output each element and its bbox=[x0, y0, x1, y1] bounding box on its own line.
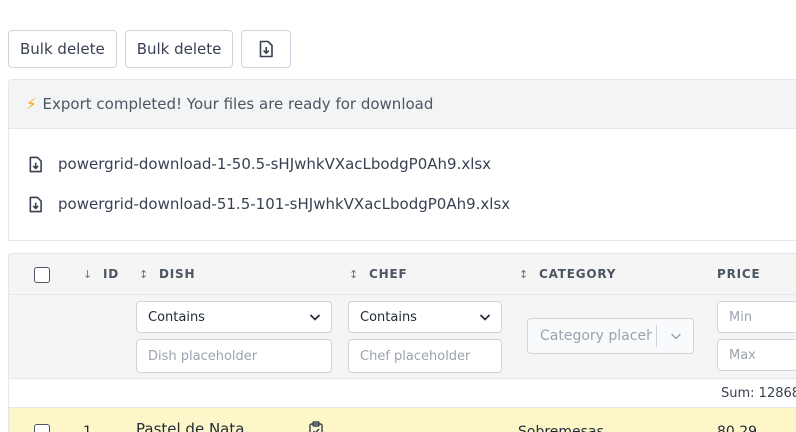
dish-operator-select[interactable]: Contains bbox=[136, 301, 332, 333]
column-header-category[interactable]: ↕ CATEGORY bbox=[519, 267, 616, 281]
data-table: ↓ ID ↕ DISH ↕ CHEF ↕ CATEGORY PRICE Contains… bbox=[8, 253, 796, 432]
price-min-input[interactable]: Min bbox=[717, 301, 796, 333]
select-divider bbox=[656, 325, 657, 347]
download-link-2[interactable]: powergrid-download-51.5-101-sHJwhkVXacLb… bbox=[28, 195, 510, 213]
price-max-input[interactable]: Max bbox=[717, 339, 796, 371]
bulk-delete-button-2[interactable]: Bulk delete bbox=[124, 30, 234, 68]
export-alert: ⚡ Export completed! Your files are ready… bbox=[8, 79, 796, 129]
select-all-checkbox[interactable] bbox=[34, 267, 50, 283]
export-button[interactable] bbox=[241, 30, 292, 68]
chevron-down-icon bbox=[309, 314, 321, 321]
download-file-name[interactable]: powergrid-download-1-50.5-sHJwhkVXacLbod… bbox=[58, 155, 491, 173]
download-link-1[interactable]: powergrid-download-1-50.5-sHJwhkVXacLbod… bbox=[28, 155, 491, 173]
row-checkbox[interactable] bbox=[34, 424, 50, 432]
alert-text: Export completed! Your files are ready f… bbox=[42, 95, 434, 113]
category-filter-select[interactable]: Category placeholder bbox=[527, 318, 694, 354]
clipboard-icon[interactable] bbox=[308, 421, 324, 432]
summary-row: Sum: 12868. bbox=[9, 379, 796, 408]
sort-icon: ↕ bbox=[349, 268, 360, 281]
column-header-chef[interactable]: ↕ CHEF bbox=[349, 267, 407, 281]
price-sum: Sum: 12868. bbox=[721, 386, 796, 401]
column-header-price[interactable]: PRICE bbox=[717, 267, 761, 281]
lightning-icon: ⚡ bbox=[26, 95, 37, 113]
toolbar: Bulk delete Bulk delete bbox=[8, 30, 292, 68]
sort-icon: ↕ bbox=[139, 268, 150, 281]
cell-id: 1 bbox=[83, 424, 92, 432]
download-list: powergrid-download-1-50.5-sHJwhkVXacLbod… bbox=[8, 129, 796, 241]
file-download-icon bbox=[260, 40, 274, 58]
cell-price: 80.29 bbox=[717, 424, 758, 432]
dish-filter-input[interactable]: Dish placeholder bbox=[136, 339, 332, 373]
filter-row: Contains Dish placeholder Contains Chef … bbox=[9, 295, 796, 379]
column-header-dish[interactable]: ↕ DISH bbox=[139, 267, 195, 281]
column-header-id[interactable]: ↓ ID bbox=[83, 267, 119, 281]
sort-desc-icon: ↓ bbox=[83, 268, 94, 281]
chevron-down-icon bbox=[479, 314, 491, 321]
cell-category: Sobremesas bbox=[518, 424, 604, 432]
download-file-name[interactable]: powergrid-download-51.5-101-sHJwhkVXacLb… bbox=[58, 195, 510, 213]
chef-filter-input[interactable]: Chef placeholder bbox=[348, 339, 502, 373]
sort-icon: ↕ bbox=[519, 268, 530, 281]
table-header: ↓ ID ↕ DISH ↕ CHEF ↕ CATEGORY PRICE bbox=[9, 254, 796, 295]
bulk-delete-button[interactable]: Bulk delete bbox=[8, 30, 117, 68]
file-download-icon bbox=[29, 156, 42, 172]
table-row[interactable]: 1 Pastel de Nata Sobremesas 80.29 bbox=[9, 408, 796, 432]
file-download-icon bbox=[29, 196, 42, 212]
cell-dish: Pastel de Nata bbox=[136, 420, 245, 432]
chevron-down-icon bbox=[670, 333, 682, 340]
chef-operator-select[interactable]: Contains bbox=[348, 301, 502, 333]
